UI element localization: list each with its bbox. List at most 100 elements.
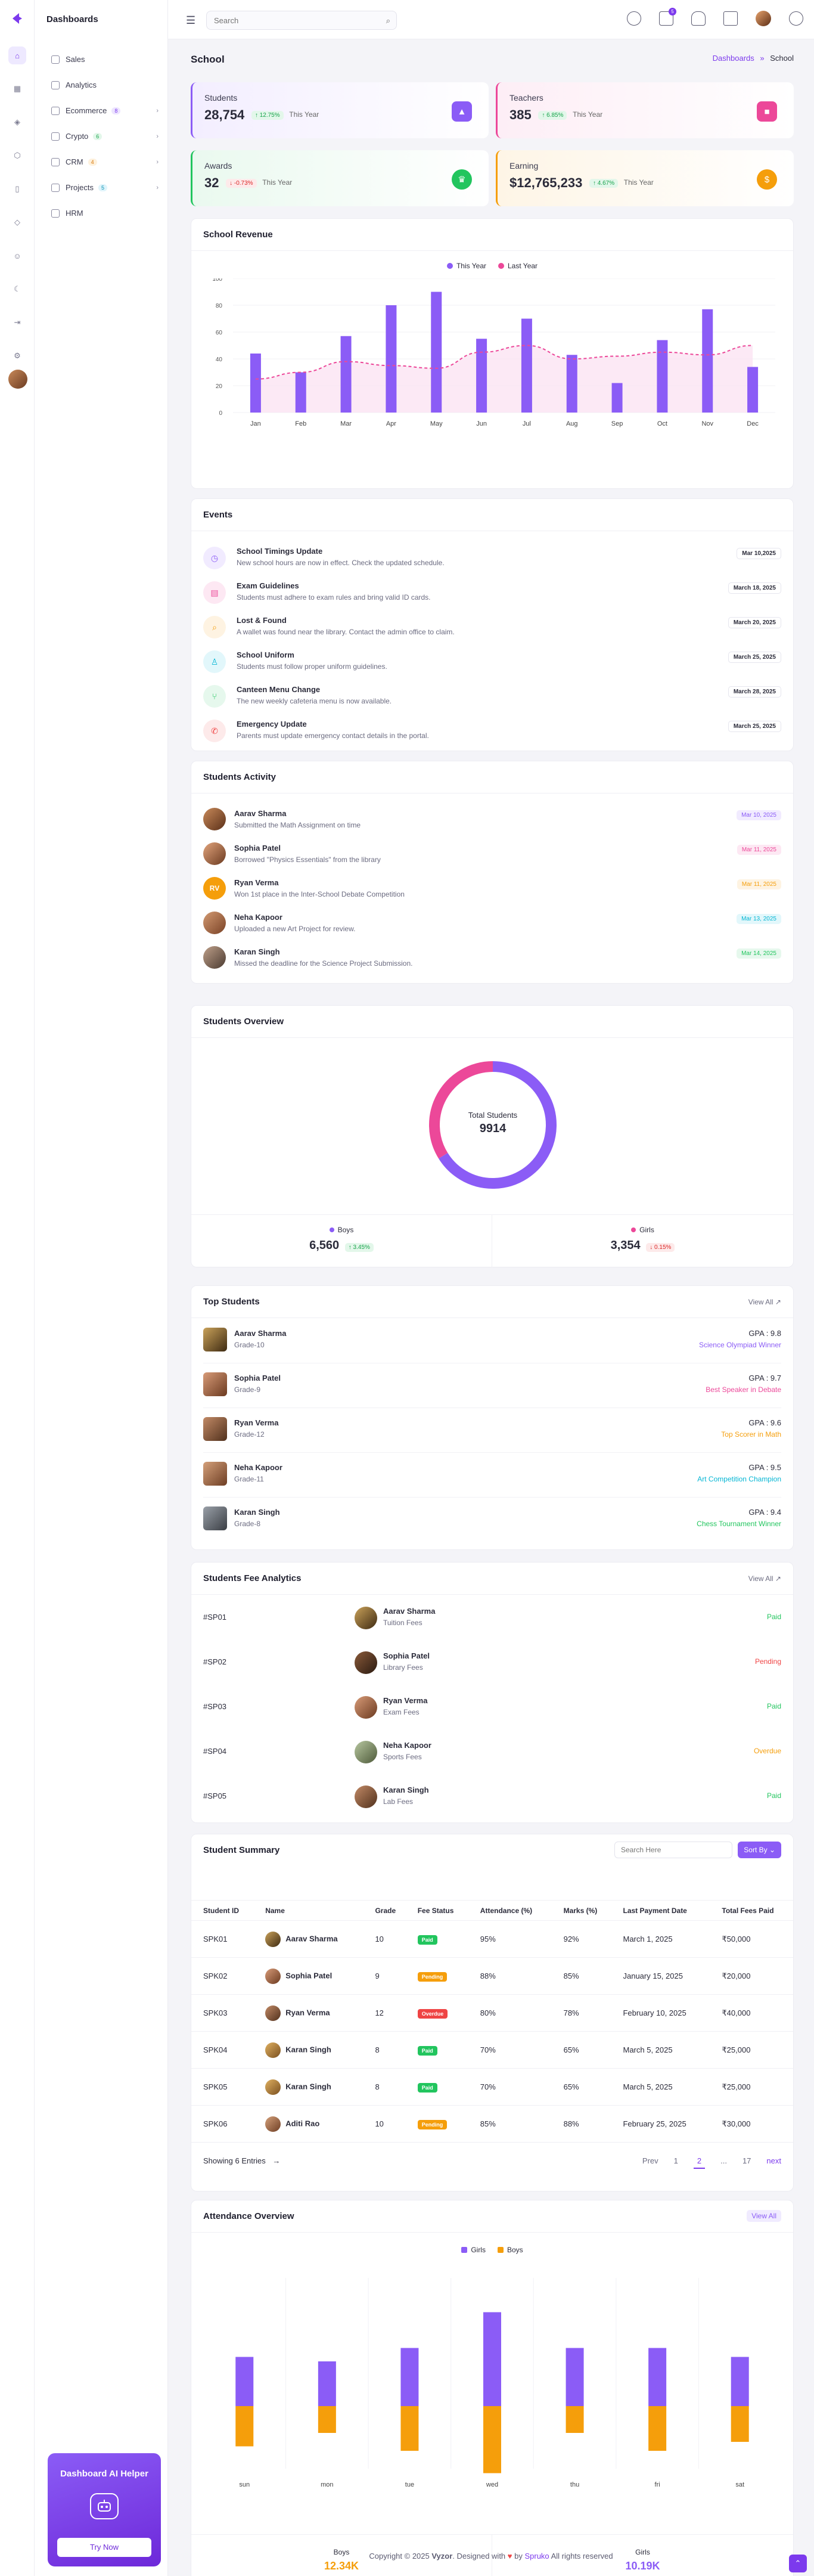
moon-icon[interactable]: ☾ [8,280,26,298]
table-row[interactable]: SPK03 Ryan Verma 12 Overdue 80% 78% Febr… [191,1994,793,2032]
scroll-top-icon[interactable]: ⌃ [789,2555,807,2572]
girls-bar[interactable] [648,2348,667,2407]
this-year-bar[interactable] [657,340,668,413]
activity-item[interactable]: Neha Kapoor Uploaded a new Art Project f… [203,909,781,943]
language-icon[interactable] [627,11,641,26]
logout-icon[interactable]: ⇥ [8,314,26,331]
boys-bar[interactable] [648,2406,667,2451]
menu-item-ecommerce[interactable]: Ecommerce 8 › [51,98,159,123]
sort-by-button[interactable]: Sort By ⌄ [738,1842,781,1858]
this-year-bar[interactable] [431,292,442,413]
settings-icon[interactable] [789,11,803,26]
this-year-bar[interactable] [566,355,577,413]
boys-bar[interactable] [731,2406,749,2442]
table-row[interactable]: SPK05 Karan Singh 8 Paid 70% 65% March 5… [191,2068,793,2106]
girls-bar[interactable] [566,2348,584,2407]
header-avatar[interactable] [756,11,771,26]
file-icon[interactable]: ▯ [8,180,26,198]
column-header[interactable]: Marks (%) [551,1900,611,1921]
legend-item[interactable]: This Year [446,262,486,270]
legend-item[interactable]: Boys [497,2246,523,2254]
girls-bar[interactable] [235,2357,254,2407]
brand-logo-icon[interactable] [11,12,24,25]
boys-bar[interactable] [400,2406,419,2451]
top-student-item[interactable]: Neha Kapoor Grade-11 GPA : 9.5 Art Compe… [203,1453,781,1498]
fee-row[interactable]: #SP01 Aarav Sharma Tuition Fees Paid [203,1596,781,1640]
this-year-bar[interactable] [476,339,487,413]
column-header[interactable]: Fee Status [405,1900,468,1921]
footer-author-link[interactable]: Spruko [524,2552,549,2560]
try-now-button[interactable]: Try Now [57,2538,151,2557]
girls-bar[interactable] [400,2348,419,2407]
activity-item[interactable]: Aarav Sharma Submitted the Math Assignme… [203,805,781,839]
top-student-item[interactable]: Aarav Sharma Grade-10 GPA : 9.8 Science … [203,1319,781,1363]
fee-row[interactable]: #SP03 Ryan Verma Exam Fees Paid [203,1685,781,1729]
menu-item-analytics[interactable]: Analytics [51,72,159,98]
this-year-bar[interactable] [702,309,713,413]
fee-row[interactable]: #SP05 Karan Singh Lab Fees Paid [203,1775,781,1819]
bell-icon[interactable] [691,11,706,26]
this-year-bar[interactable] [386,305,397,413]
menu-item-projects[interactable]: Projects 5 › [51,175,159,200]
event-item[interactable]: ⑂ Canteen Menu Change The new weekly caf… [203,681,781,715]
boys-bar[interactable] [235,2406,254,2447]
fee-row[interactable]: #SP04 Neha Kapoor Sports Fees Overdue [203,1730,781,1774]
menu-toggle-icon[interactable]: ☰ [186,14,195,27]
menu-item-crm[interactable]: CRM 4 › [51,149,159,175]
search-input[interactable] [207,11,374,29]
this-year-bar[interactable] [747,367,759,413]
menu-item-sales[interactable]: Sales [51,47,159,72]
arrow-right-icon[interactable]: → [272,2156,280,2165]
page-link[interactable]: ... [720,2156,727,2169]
event-item[interactable]: ✆ Emergency Update Parents must update e… [203,716,781,749]
view-all-link[interactable]: View All ↗ [748,1298,781,1306]
column-header[interactable]: Name [253,1900,363,1921]
this-year-bar[interactable] [340,336,352,413]
top-student-item[interactable]: Ryan Verma Grade-12 GPA : 9.6 Top Scorer… [203,1409,781,1453]
search-icon[interactable]: ⌕ [386,16,390,26]
table-row[interactable]: SPK01 Aarav Sharma 10 Paid 95% 92% March… [191,1920,793,1958]
breadcrumb-parent[interactable]: Dashboards [713,54,754,63]
page-link[interactable]: Prev [642,2156,658,2169]
page-link[interactable]: 2 [693,2156,706,2169]
activity-item[interactable]: Karan Singh Missed the deadline for the … [203,944,781,977]
girls-bar[interactable] [731,2357,749,2407]
cart-icon[interactable]: 5 [659,8,676,26]
this-year-bar[interactable] [295,372,306,413]
legend-item[interactable]: Last Year [498,262,538,270]
this-year-bar[interactable] [611,383,623,413]
column-header[interactable]: Student ID [191,1900,254,1921]
boys-bar[interactable] [566,2406,584,2433]
table-row[interactable]: SPK04 Karan Singh 8 Paid 70% 65% March 5… [191,2031,793,2069]
package-icon[interactable]: ⬡ [8,147,26,165]
page-link[interactable]: next [766,2156,781,2169]
view-all-link[interactable]: View All ↗ [748,1574,781,1583]
column-header[interactable]: Total Fees Paid [710,1900,793,1921]
summary-search-input[interactable] [614,1842,732,1858]
page-link[interactable]: 17 [742,2156,751,2169]
settings-icon[interactable]: ⚙ [8,347,26,365]
diamond-icon[interactable]: ◇ [8,213,26,231]
users-icon[interactable]: ☺ [8,247,26,265]
column-header[interactable]: Grade [363,1900,406,1921]
event-item[interactable]: ◷ School Timings Update New school hours… [203,543,781,576]
menu-item-crypto[interactable]: Crypto 6 › [51,123,159,149]
girls-bar[interactable] [318,2361,336,2406]
fullscreen-icon[interactable] [723,11,738,26]
top-student-item[interactable]: Karan Singh Grade-8 GPA : 9.4 Chess Tour… [203,1498,781,1542]
column-header[interactable]: Attendance (%) [468,1900,552,1921]
menu-item-hrm[interactable]: HRM [51,200,159,226]
home-icon[interactable]: ⌂ [8,47,26,64]
boys-bar[interactable] [483,2406,501,2473]
event-item[interactable]: ⌕ Lost & Found A wallet was found near t… [203,612,781,646]
layers-icon[interactable]: ◈ [8,113,26,131]
table-row[interactable]: SPK02 Sophia Patel 9 Pending 88% 85% Jan… [191,1957,793,1995]
column-header[interactable]: Last Payment Date [611,1900,710,1921]
fee-row[interactable]: #SP02 Sophia Patel Library Fees Pending [203,1641,781,1685]
activity-item[interactable]: RV Ryan Verma Won 1st place in the Inter… [203,875,781,908]
girls-bar[interactable] [483,2312,501,2407]
table-row[interactable]: SPK06 Aditi Rao 10 Pending 85% 88% Febru… [191,2105,793,2143]
activity-item[interactable]: Sophia Patel Borrowed "Physics Essential… [203,840,781,873]
user-avatar[interactable] [8,370,27,389]
top-student-item[interactable]: Sophia Patel Grade-9 GPA : 9.7 Best Spea… [203,1364,781,1408]
